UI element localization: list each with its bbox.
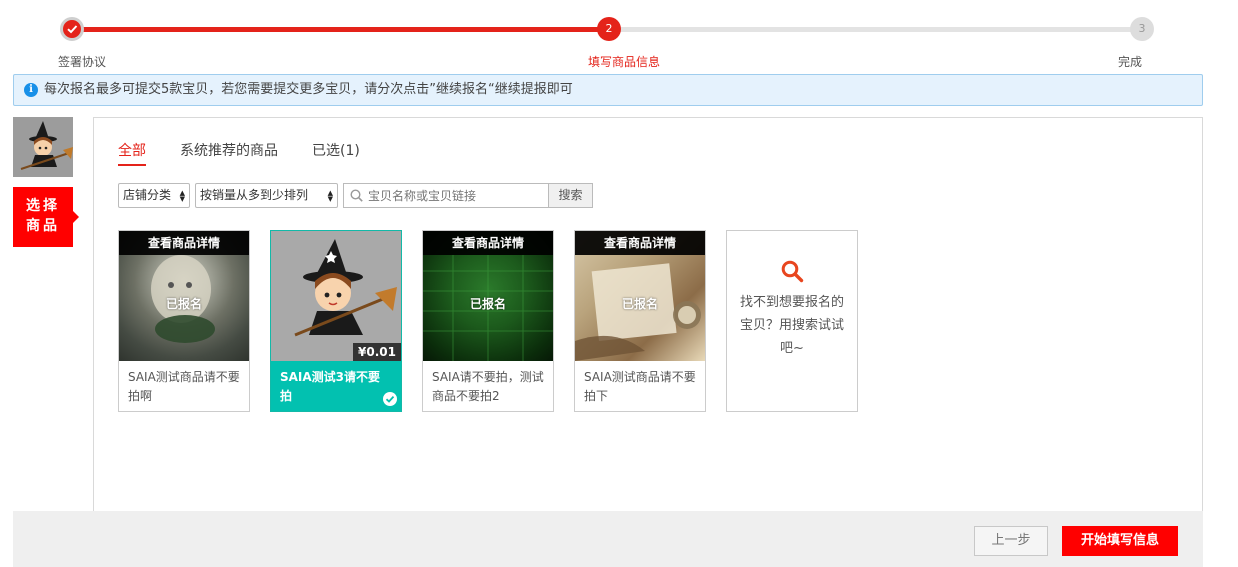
view-details-label[interactable]: 查看商品详情 [423,231,553,255]
product-card[interactable]: 查看商品详情 已报名 SAIA测试商品请不要拍下 [574,230,706,412]
view-details-label[interactable]: 查看商品详情 [575,231,705,255]
view-details-label[interactable]: 查看商品详情 [119,231,249,255]
search-product-card[interactable]: 找不到想要报名的宝贝？用搜索试试吧~ [726,230,858,412]
step-3-dot: 3 [1130,17,1154,41]
product-card[interactable]: 查看商品详情 已报名 SAIA测试商品请不要拍啊 [118,230,250,412]
product-title: SAIA请不要拍，测试商品不要拍2 [432,370,544,403]
select-product-tab-line2: 商品 [26,218,60,234]
search-icon [781,260,804,283]
search-card-text: 找不到想要报名的宝贝？用搜索试试吧~ [740,295,845,356]
selected-check-icon [383,392,397,406]
product-image: 查看商品详情 已报名 [423,231,553,361]
select-product-tab[interactable]: 选择 商品 [13,187,79,247]
tab-recommended[interactable]: 系统推荐的商品 [180,140,278,166]
sort-select[interactable]: 按销量从多到少排列 ▲ ▼ [195,183,338,208]
product-price: ¥0.01 [353,343,401,361]
product-card[interactable]: 查看商品详情 已报名 SAIA请不要拍，测试商品不要拍2 [422,230,554,412]
info-icon: i [24,83,38,97]
registered-status: 已报名 [621,297,658,311]
select-arrows-icon: ▲ ▼ [327,188,333,203]
product-card-list: 查看商品详情 已报名 SAIA测试商品请不要拍啊 ¥0.01 SAIA测试3请不… [118,230,878,412]
witch-illustration-icon [294,239,397,337]
product-title: SAIA测试商品请不要拍下 [584,370,696,403]
registered-status: 已报名 [469,297,506,311]
sort-value: 按销量从多到少排列 [200,188,309,202]
product-image: ¥0.01 [271,231,401,361]
shop-category-select[interactable]: 店铺分类 ▲ ▼ [118,183,190,208]
progress-stepper: 2 3 签署协议 填写商品信息 完成 [0,0,1238,72]
select-arrows-icon: ▲ ▼ [179,188,185,203]
product-image: 查看商品详情 已报名 [119,231,249,361]
step-2-label: 填写商品信息 [588,55,661,69]
product-title: SAIA测试3请不要拍 [271,361,401,411]
tab-all[interactable]: 全部 [118,140,146,166]
product-card-selected[interactable]: ¥0.01 SAIA测试3请不要拍 [270,230,402,412]
start-fill-info-button[interactable]: 开始填写信息 [1062,526,1178,556]
progress-track-filled [70,27,610,32]
side-product-thumbnail[interactable] [13,117,73,177]
search-box [343,183,548,208]
notice-bar: i 每次报名最多可提交5款宝贝，若您需要提交更多宝贝，请分次点击”继续报名“继续… [13,74,1203,106]
filter-bar: 店铺分类 ▲▼ 按销量从多到少排列 ▲▼ 搜索 [118,183,593,208]
witch-illustration-icon [13,117,73,177]
registered-status: 已报名 [165,297,202,311]
search-button[interactable]: 搜索 [548,183,593,208]
step-2-dot: 2 [597,17,621,41]
product-title: SAIA测试商品请不要拍啊 [128,370,240,403]
previous-step-button[interactable]: 上一步 [974,526,1048,556]
search-icon [350,189,363,202]
notice-text: 每次报名最多可提交5款宝贝，若您需要提交更多宝贝，请分次点击”继续报名“继续提报… [44,82,573,97]
product-image: 查看商品详情 已报名 [575,231,705,361]
product-panel: 全部 系统推荐的商品 已选(1) 店铺分类 ▲▼ 按销量从多到少排列 ▲▼ 搜索 [93,117,1203,512]
bottom-action-bar: 上一步 开始填写信息 [13,511,1203,567]
tab-selected[interactable]: 已选(1) [312,140,360,166]
shop-category-value: 店铺分类 [123,188,172,202]
search-input[interactable] [368,188,538,203]
step-1-done-icon [60,17,84,41]
step-3-label: 完成 [1118,55,1143,69]
product-tabs: 全部 系统推荐的商品 已选(1) [118,140,394,166]
step-1-label: 签署协议 [58,55,107,69]
select-product-tab-line1: 选择 [26,198,60,214]
